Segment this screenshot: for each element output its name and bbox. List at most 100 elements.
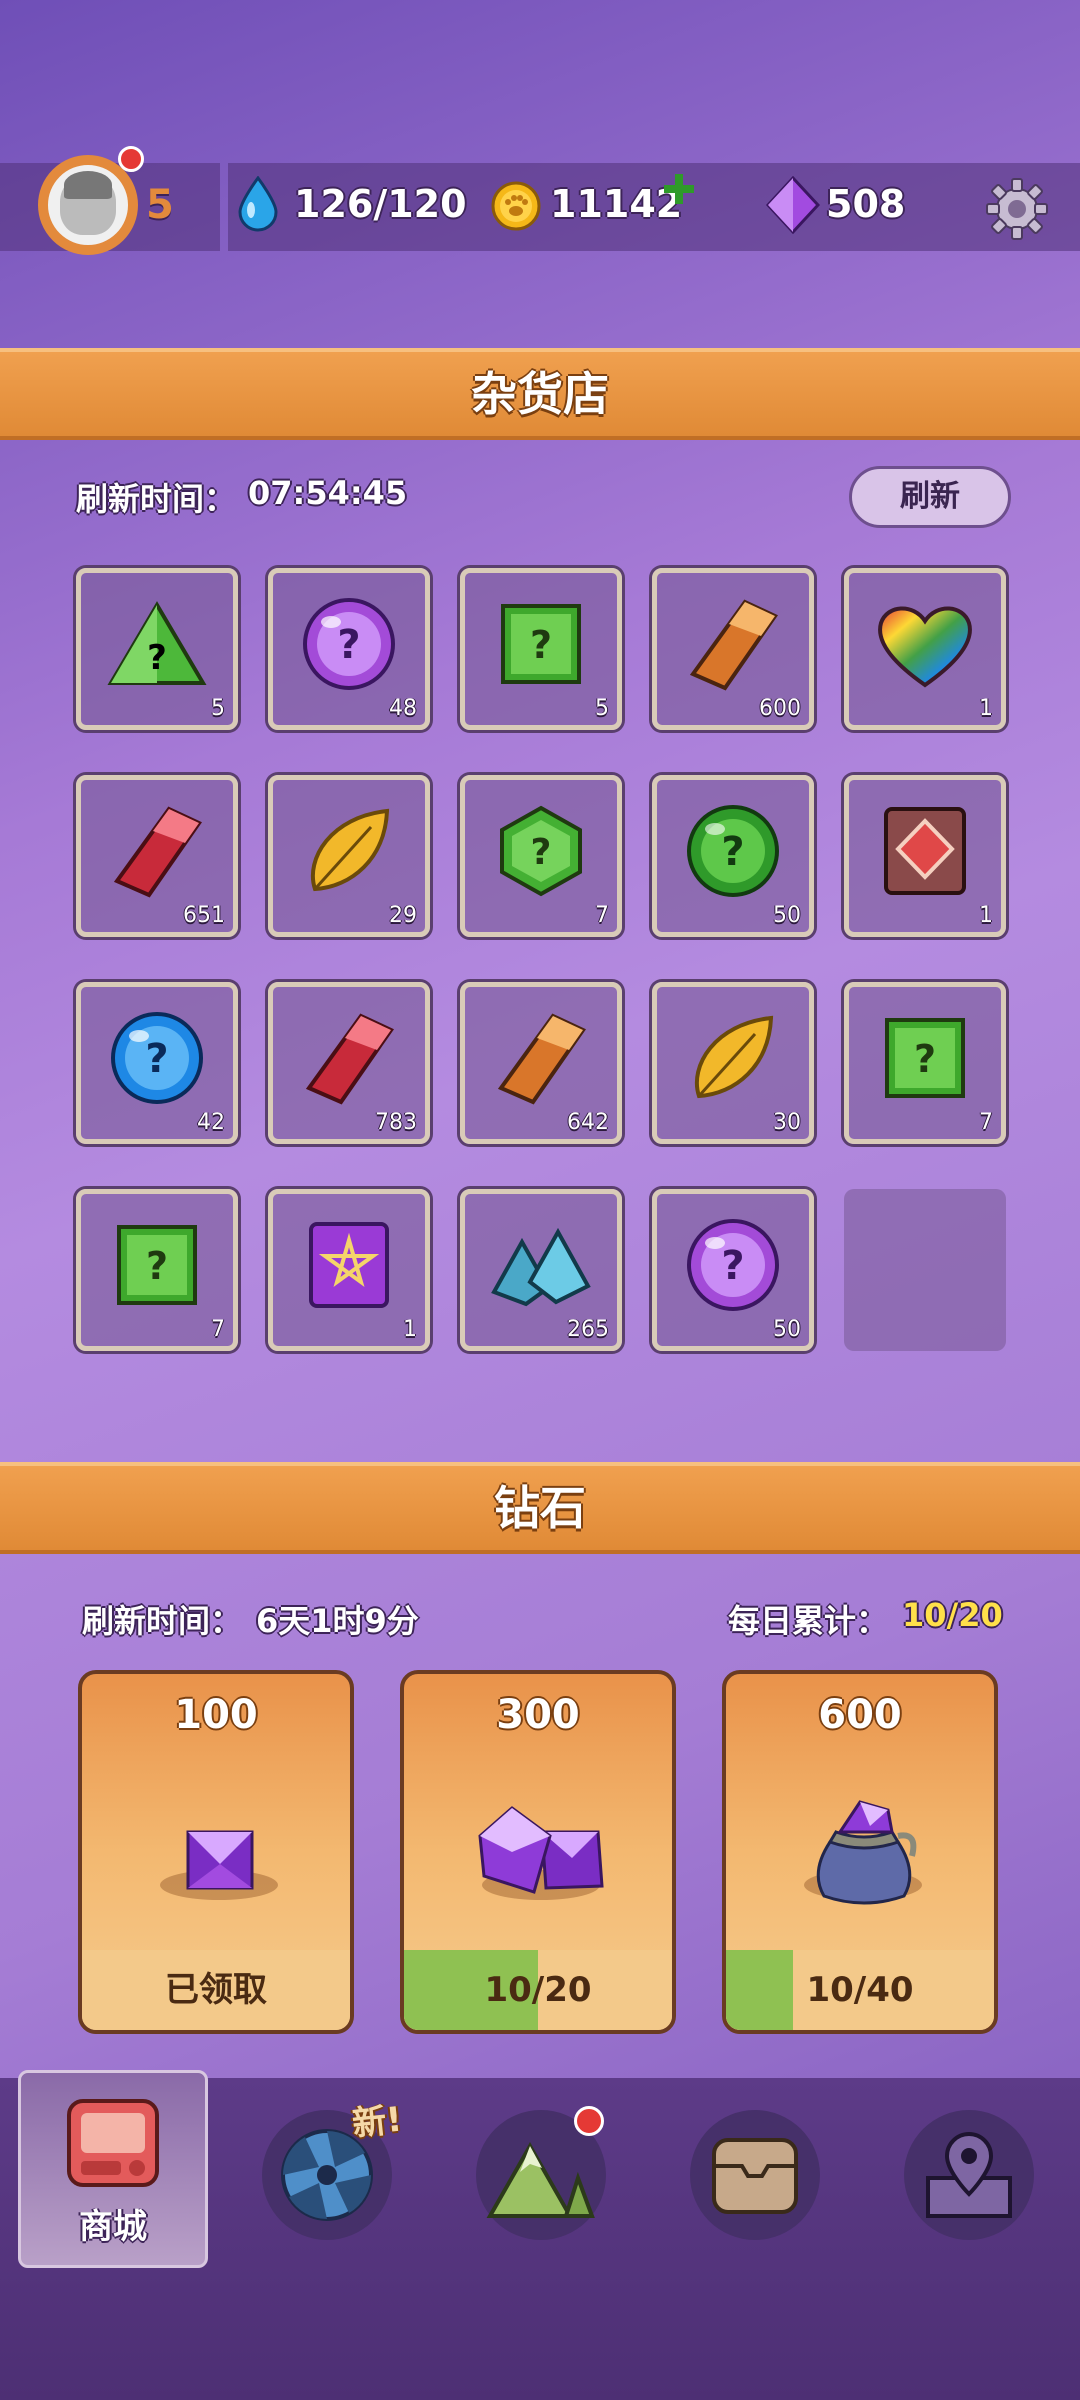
nav-map-tab[interactable] [904, 2110, 1034, 2240]
diamond-pack-card[interactable]: 100 已领取 [78, 1670, 354, 2034]
purple-orb-mystery-icon: ? [685, 1217, 781, 1317]
shop-item-slot[interactable]: ? 42 [76, 982, 238, 1144]
item-count: 7 [595, 903, 609, 928]
diamond-refresh-label: 刷新时间： [82, 1602, 243, 1640]
shop-item-slot[interactable]: 651 [76, 775, 238, 937]
diamond-pack-footer: 10/20 [404, 1950, 672, 2030]
avatar[interactable] [38, 155, 138, 255]
shop-item-slot[interactable]: 1 [844, 568, 1006, 730]
item-count: 783 [375, 1110, 417, 1135]
diamond-pack-amount: 300 [496, 1692, 580, 1738]
rainbow-heart-icon [875, 599, 975, 693]
diamond-pack-card[interactable]: 600 10/40 [722, 1670, 998, 2034]
grocery-refresh-label: 刷新时间： [76, 480, 237, 518]
shop-item-slot[interactable]: 642 [460, 982, 622, 1144]
shop-item-slot[interactable]: 783 [268, 982, 430, 1144]
item-count: 50 [773, 1317, 801, 1342]
empty-item-slot [844, 1189, 1006, 1351]
add-coins-icon[interactable] [662, 172, 696, 206]
diamond-pack-card[interactable]: 300 10/20 [400, 1670, 676, 2034]
svg-text:?: ? [147, 638, 167, 678]
nav-shop-tab[interactable]: 商城 [18, 2070, 208, 2268]
grocery-refresh-time: 07:54:45 [248, 474, 408, 512]
new-badge: 新! [350, 2099, 404, 2145]
green-square-mystery-icon: ? [115, 1223, 199, 1311]
daily-total-label: 每日累计： [728, 1602, 889, 1640]
item-count: 48 [389, 696, 417, 721]
diamond-pack-progress-text: 10/20 [484, 1970, 592, 2010]
shop-item-slot[interactable]: ? 7 [460, 775, 622, 937]
diamond-pack-status: 已领取 [165, 1970, 267, 2010]
shop-item-slot[interactable]: 600 [652, 568, 814, 730]
orange-crystal-icon [685, 596, 781, 696]
gem-bag-icon [816, 1800, 917, 1905]
item-count: 600 [759, 696, 801, 721]
purple-star-card-icon [307, 1220, 391, 1314]
golden-leaf-icon [685, 1010, 781, 1110]
shop-item-slot[interactable]: ? 50 [652, 775, 814, 937]
svg-text:?: ? [337, 622, 360, 668]
diamond-pack-progress-text: 10/40 [806, 1970, 914, 2010]
item-count: 7 [979, 1110, 993, 1135]
refresh-button[interactable]: 刷新 [849, 466, 1011, 528]
item-count: 1 [979, 903, 993, 928]
svg-text:?: ? [721, 1243, 744, 1289]
map-pin-icon [926, 2131, 1012, 2218]
single-gem-icon [186, 1830, 254, 1890]
shop-item-slot[interactable]: ? 5 [76, 568, 238, 730]
item-count: 1 [403, 1317, 417, 1342]
green-square-mystery-icon: ? [883, 1016, 967, 1104]
item-count: 29 [389, 903, 417, 928]
item-count: 651 [183, 903, 225, 928]
svg-text:?: ? [531, 832, 552, 873]
nav-inventory-tab[interactable] [690, 2110, 820, 2240]
diamond-refresh-time: 6天1时9分 [256, 1602, 419, 1640]
orange-crystal-icon [493, 1010, 589, 1110]
red-crystal-icon [301, 1010, 397, 1110]
paw-coin-icon [491, 181, 541, 231]
chest-icon [712, 2138, 798, 2214]
shop-item-slot[interactable]: ? 7 [844, 982, 1006, 1144]
item-count: 30 [773, 1110, 801, 1135]
diamond-section-title: 钻石 [0, 1462, 1080, 1554]
item-count: 5 [595, 696, 609, 721]
shop-item-slot[interactable]: ? 7 [76, 1189, 238, 1351]
svg-text:?: ? [914, 1037, 936, 1081]
gear-icon[interactable] [984, 176, 1050, 242]
shop-item-slot[interactable]: 29 [268, 775, 430, 937]
diamond-pack-footer: 已领取 [82, 1950, 350, 2030]
shop-register-icon [67, 2099, 159, 2187]
item-count: 642 [567, 1110, 609, 1135]
grocery-section-title: 杂货店 [0, 348, 1080, 440]
two-gems-icon [478, 1806, 604, 1894]
shop-item-slot[interactable]: ? 48 [268, 568, 430, 730]
nav-shop-label: 商城 [79, 2207, 147, 2247]
item-count: 5 [211, 696, 225, 721]
gem-value: 508 [826, 182, 906, 226]
svg-text:?: ? [721, 829, 744, 875]
avatar-notification-dot [118, 146, 144, 172]
green-triangle-mystery-icon: ? [107, 599, 207, 693]
shop-item-slot[interactable]: 265 [460, 1189, 622, 1351]
purple-gem-icon [766, 176, 820, 234]
green-orb-mystery-icon: ? [685, 803, 781, 903]
water-drop-icon [238, 176, 278, 232]
item-count: 42 [197, 1110, 225, 1135]
mountain-icon [486, 2141, 595, 2218]
golden-leaf-icon [301, 803, 397, 903]
shop-item-slot[interactable]: 1 [268, 1189, 430, 1351]
shop-item-slot[interactable]: ? 5 [460, 568, 622, 730]
item-count: 7 [211, 1317, 225, 1342]
daily-total-value: 10/20 [902, 1596, 1003, 1634]
adventure-notification-dot [574, 2106, 604, 2136]
shop-item-slot[interactable]: 1 [844, 775, 1006, 937]
diamond-pack-amount: 600 [818, 1692, 902, 1738]
player-level: 5 [146, 182, 174, 228]
svg-text:?: ? [530, 623, 552, 667]
item-count: 1 [979, 696, 993, 721]
shop-item-slot[interactable]: 30 [652, 982, 814, 1144]
green-square-mystery-icon: ? [499, 602, 583, 690]
item-count: 50 [773, 903, 801, 928]
shop-item-slot[interactable]: ? 50 [652, 1189, 814, 1351]
svg-text:?: ? [146, 1244, 168, 1288]
